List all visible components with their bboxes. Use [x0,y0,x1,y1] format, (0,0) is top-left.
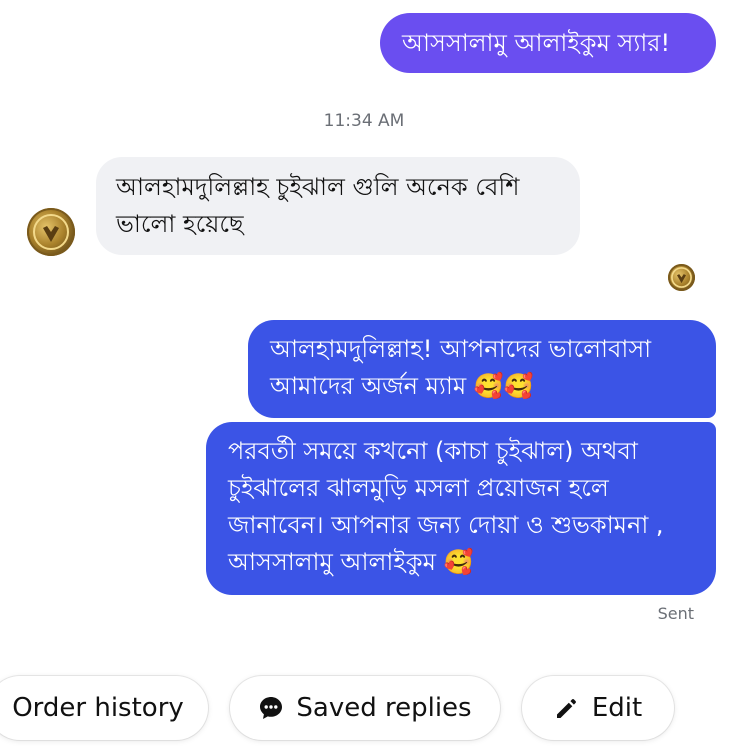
message-bubble-outgoing[interactable]: পরবর্তী সময়ে কখনো (কাচা চুইঝাল) অথবা চু… [206,422,716,595]
avatar-emblem-icon [33,214,69,250]
message-bubble-outgoing[interactable]: আসসালামু আলাইকুম স্যার! [380,13,716,73]
delivery-status: Sent [657,604,694,623]
saved-replies-button[interactable]: Saved replies [230,676,500,740]
read-receipt-avatar [668,264,695,291]
edit-button[interactable]: Edit [522,676,674,740]
pencil-icon [554,695,580,721]
order-history-button[interactable]: Order history [0,676,208,740]
avatar-emblem-icon [671,267,692,288]
order-history-label: Order history [12,693,184,723]
edit-label: Edit [591,693,643,723]
saved-replies-label: Saved replies [296,693,472,723]
message-bubble-outgoing[interactable]: আলহামদুলিল্লাহ! আপনাদের ভালোবাসা আমাদের … [248,320,716,418]
message-bubble-incoming[interactable]: আলহামদুলিল্লাহ চুইঝাল গুলি অনেক বেশি ভাল… [96,157,580,255]
chat-bubble-dots-icon [258,695,284,721]
avatar[interactable] [27,208,75,256]
message-timestamp: 11:34 AM [323,111,405,131]
